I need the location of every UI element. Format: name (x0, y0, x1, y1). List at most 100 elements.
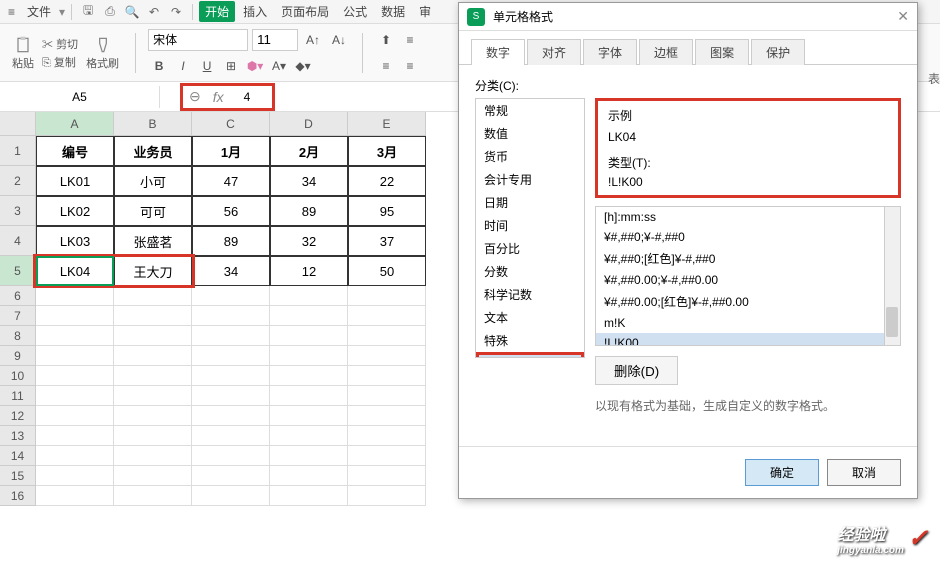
dialog-titlebar[interactable]: S 单元格格式 ✕ (459, 3, 917, 31)
format-item[interactable]: [h]:mm:ss (596, 207, 900, 227)
cell[interactable] (114, 306, 192, 326)
align-center-button[interactable]: ≡ (399, 55, 421, 77)
cell[interactable] (36, 326, 114, 346)
cell[interactable]: 95 (348, 196, 426, 226)
cell[interactable] (192, 486, 270, 506)
cell[interactable] (114, 286, 192, 306)
row-header[interactable]: 12 (0, 406, 36, 426)
row-header[interactable]: 7 (0, 306, 36, 326)
hamburger-icon[interactable]: ≡ (8, 5, 15, 19)
category-item[interactable]: 百分比 (476, 237, 584, 260)
cell[interactable] (348, 406, 426, 426)
close-icon[interactable]: ✕ (897, 8, 909, 25)
cell[interactable] (36, 346, 114, 366)
cell[interactable] (270, 326, 348, 346)
cell[interactable] (114, 446, 192, 466)
cell[interactable]: 小可 (114, 166, 192, 196)
cell[interactable] (270, 366, 348, 386)
bold-button[interactable]: B (148, 55, 170, 77)
cell[interactable] (192, 346, 270, 366)
cell[interactable] (270, 466, 348, 486)
category-item[interactable]: 文本 (476, 306, 584, 329)
table-header[interactable]: 业务员 (114, 136, 192, 166)
grid-area[interactable]: 编号 业务员 1月 2月 3月 LK01 小可 47 34 22 LK02 可可… (36, 136, 426, 506)
cell[interactable] (348, 366, 426, 386)
format-list[interactable]: [h]:mm:ss ¥#,##0;¥-#,##0 ¥#,##0;[红色]¥-#,… (595, 206, 901, 346)
cell[interactable] (270, 286, 348, 306)
cell[interactable] (36, 406, 114, 426)
cell[interactable] (114, 466, 192, 486)
cell[interactable] (270, 406, 348, 426)
tab-align[interactable]: 对齐 (527, 39, 581, 65)
cell[interactable] (36, 446, 114, 466)
row-header[interactable]: 14 (0, 446, 36, 466)
fx-icon[interactable]: fx (213, 89, 224, 105)
tab-protect[interactable]: 保护 (751, 39, 805, 65)
font-name-select[interactable] (148, 29, 248, 51)
category-item[interactable]: 特殊 (476, 329, 584, 352)
cell[interactable] (270, 306, 348, 326)
cell[interactable] (270, 346, 348, 366)
row-header[interactable]: 1 (0, 136, 36, 166)
align-top-button[interactable]: ⬆ (375, 29, 397, 51)
cell[interactable] (192, 466, 270, 486)
cell[interactable] (348, 286, 426, 306)
category-list[interactable]: 常规 数值 货币 会计专用 日期 时间 百分比 分数 科学记数 文本 特殊 自定… (475, 98, 585, 358)
font-color-button[interactable]: A▾ (268, 55, 290, 77)
redo-icon[interactable]: ↷ (166, 2, 186, 22)
italic-button[interactable]: I (172, 55, 194, 77)
cell[interactable] (36, 366, 114, 386)
format-item[interactable]: ¥#,##0;¥-#,##0 (596, 227, 900, 247)
col-header-a[interactable]: A (36, 112, 114, 136)
tab-border[interactable]: 边框 (639, 39, 693, 65)
row-header[interactable]: 13 (0, 426, 36, 446)
cell[interactable] (348, 346, 426, 366)
row-header[interactable]: 4 (0, 226, 36, 256)
format-painter-button[interactable]: 格式刷 (82, 33, 123, 73)
cell[interactable]: LK03 (36, 226, 114, 256)
cell[interactable] (36, 386, 114, 406)
tab-data[interactable]: 数据 (375, 1, 411, 22)
cell[interactable] (192, 366, 270, 386)
tab-font[interactable]: 字体 (583, 39, 637, 65)
file-menu[interactable]: 文件 (21, 1, 57, 22)
cell[interactable] (192, 406, 270, 426)
tab-layout[interactable]: 页面布局 (275, 1, 335, 22)
row-header[interactable]: 10 (0, 366, 36, 386)
align-left-button[interactable]: ≡ (375, 55, 397, 77)
cell[interactable] (114, 426, 192, 446)
highlight-button[interactable]: ◆▾ (292, 55, 314, 77)
cell[interactable] (36, 486, 114, 506)
ok-button[interactable]: 确定 (745, 459, 819, 486)
cell[interactable] (348, 466, 426, 486)
row-header[interactable]: 3 (0, 196, 36, 226)
cell[interactable] (192, 446, 270, 466)
cell[interactable] (348, 326, 426, 346)
cell[interactable] (114, 386, 192, 406)
cell[interactable]: 32 (270, 226, 348, 256)
cell[interactable]: 37 (348, 226, 426, 256)
cell[interactable]: LK04 (36, 256, 114, 286)
fill-color-button[interactable]: ⬢▾ (244, 55, 266, 77)
cell[interactable] (36, 306, 114, 326)
cell[interactable]: 王大刀 (114, 256, 192, 286)
cell[interactable] (270, 446, 348, 466)
tab-start[interactable]: 开始 (199, 1, 235, 22)
format-item[interactable]: ¥#,##0.00;¥-#,##0.00 (596, 270, 900, 290)
row-header[interactable]: 2 (0, 166, 36, 196)
col-header-c[interactable]: C (192, 112, 270, 136)
format-item[interactable]: ¥#,##0.00;[红色]¥-#,##0.00 (596, 290, 900, 313)
undo-icon[interactable]: ↶ (144, 2, 164, 22)
cell[interactable] (36, 426, 114, 446)
select-all-corner[interactable] (0, 112, 36, 136)
font-size-select[interactable] (252, 29, 298, 51)
cell[interactable] (270, 486, 348, 506)
cell[interactable] (114, 406, 192, 426)
cell[interactable]: 89 (270, 196, 348, 226)
increase-font-icon[interactable]: A↑ (302, 29, 324, 51)
tab-pattern[interactable]: 图案 (695, 39, 749, 65)
row-header[interactable]: 6 (0, 286, 36, 306)
cell[interactable] (348, 446, 426, 466)
cell[interactable]: 89 (192, 226, 270, 256)
cell[interactable] (114, 326, 192, 346)
